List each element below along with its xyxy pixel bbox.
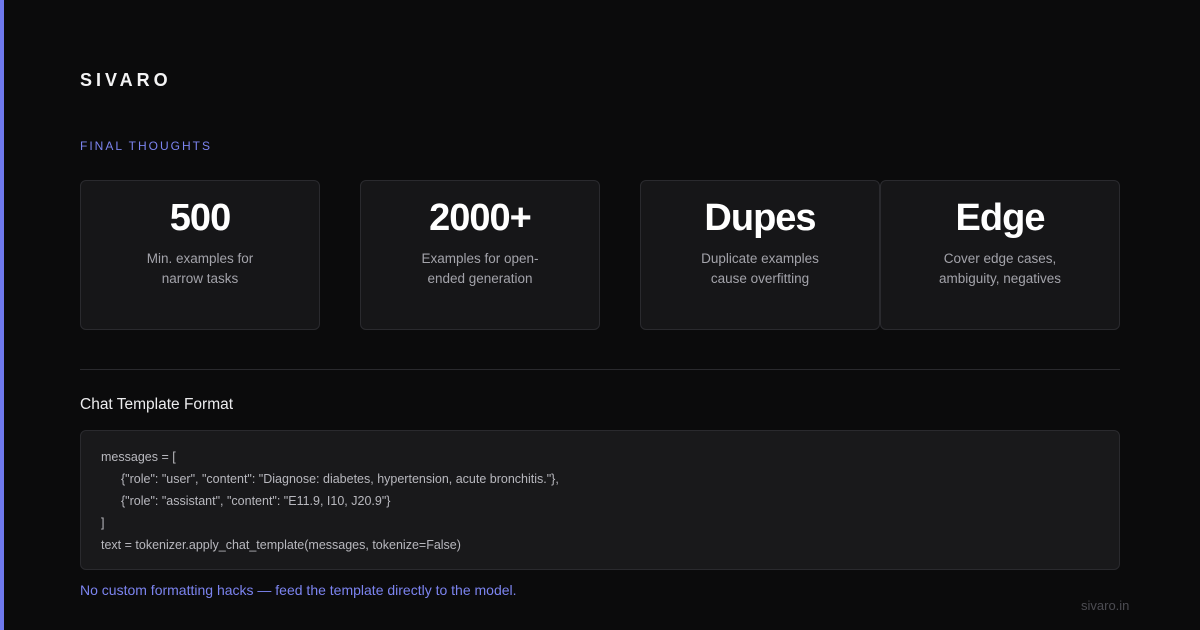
stat-description: Duplicate examples cause overfitting (701, 251, 819, 286)
stat-description: Examples for open-ended generation (421, 251, 539, 286)
section-divider (80, 369, 1120, 370)
code-line: ] (101, 516, 105, 530)
code-section-title: Chat Template Format (80, 396, 234, 413)
stat-value: Dupes (704, 197, 816, 239)
site-url: sivaro.in (1081, 598, 1130, 613)
stat-card-open-ended: 2000+ Examples for open-ended generation (360, 180, 600, 330)
code-block: messages = [ {"role": "user", "content":… (80, 430, 1120, 570)
footnote: No custom formatting hacks — feed the te… (80, 582, 517, 598)
accent-bar (0, 0, 4, 630)
code-line: text = tokenizer.apply_chat_template(mes… (101, 538, 461, 552)
stat-description: Cover edge cases, ambiguity, negatives (938, 251, 1062, 286)
stat-value: 2000+ (429, 197, 532, 239)
code-line: {"role": "assistant", "content": "E11.9,… (121, 494, 391, 508)
code-line: messages = [ (101, 450, 176, 464)
stats-row: 500 Min. examples for narrow tasks 2000+… (80, 180, 1120, 330)
stat-card-dupes: Dupes Duplicate examples cause overfitti… (640, 180, 880, 330)
stat-description: Min. examples for narrow tasks (146, 251, 254, 286)
stat-value: Edge (955, 197, 1046, 239)
section-label: FINAL THOUGHTS (80, 139, 213, 153)
stat-card-edge: Edge Cover edge cases, ambiguity, negati… (880, 180, 1120, 330)
stat-value: 500 (169, 197, 231, 239)
code-line: {"role": "user", "content": "Diagnose: d… (121, 472, 559, 486)
brand-logo: SIVARO (80, 70, 172, 90)
stat-card-min-examples: 500 Min. examples for narrow tasks (80, 180, 320, 330)
